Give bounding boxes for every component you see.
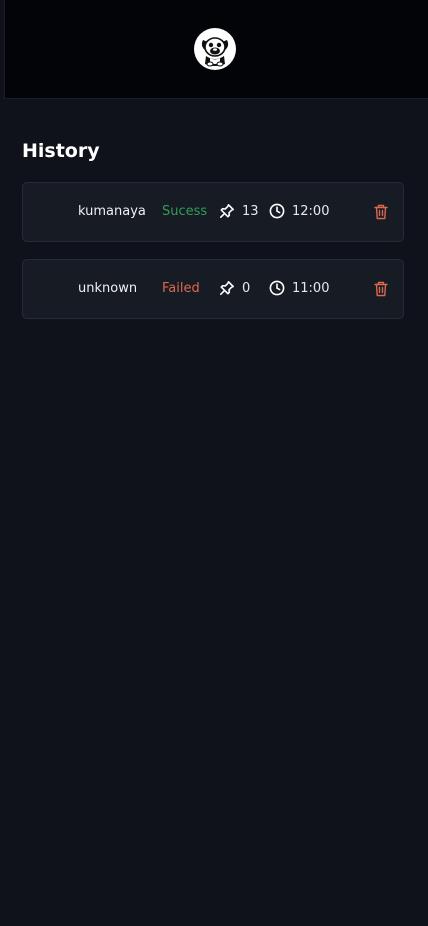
- app-header: [4, 0, 428, 99]
- history-item[interactable]: kumanaya Sucess 13 12:00: [22, 182, 404, 242]
- pin-icon: [219, 203, 235, 219]
- pin-count: 13: [242, 204, 259, 219]
- clock-icon: [269, 280, 285, 296]
- pug-logo-icon[interactable]: [193, 28, 236, 70]
- time-label: 11:00: [292, 281, 330, 296]
- history-item[interactable]: unknown Failed 0 11:00: [22, 259, 404, 319]
- trash-icon[interactable]: [373, 280, 389, 298]
- status-label: Sucess: [162, 204, 208, 219]
- status-label: Failed: [162, 281, 200, 296]
- history-item-name: kumanaya: [78, 204, 146, 219]
- pin-icon: [219, 280, 235, 296]
- time-label: 12:00: [292, 204, 330, 219]
- pin-count: 0: [242, 281, 251, 296]
- trash-icon[interactable]: [373, 203, 389, 221]
- clock-icon: [269, 203, 285, 219]
- history-item-name: unknown: [78, 281, 138, 296]
- page-title: History: [22, 140, 100, 162]
